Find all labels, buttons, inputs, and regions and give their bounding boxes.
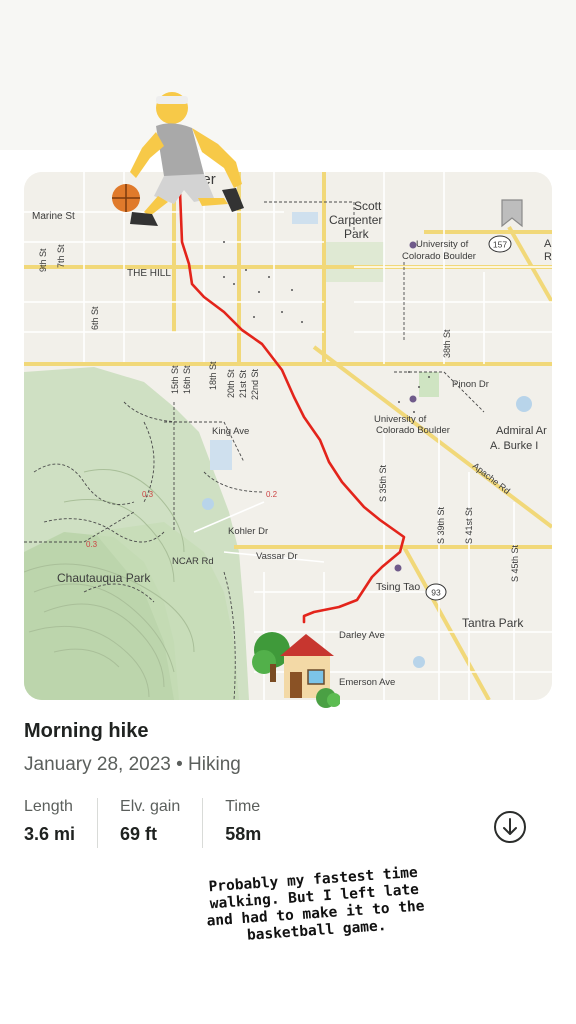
map-label-18th: 18th St bbox=[208, 361, 218, 390]
stat-elevation-label: Elv. gain bbox=[120, 798, 181, 815]
bookmark-icon[interactable] bbox=[500, 198, 524, 228]
map-label-edge-r: R bbox=[544, 251, 552, 263]
map-label-21st: 21st St bbox=[238, 369, 248, 398]
map-label-16th: 16th St bbox=[182, 365, 192, 394]
map-label-6th: 6th St bbox=[90, 306, 100, 330]
map-label-cu2-a: University of bbox=[374, 414, 427, 425]
map-label-s35th: S 35th St bbox=[378, 464, 388, 502]
map-label-cu2-b: Colorado Boulder bbox=[376, 425, 450, 436]
map-label-marine-st: Marine St bbox=[32, 211, 75, 222]
stat-time-label: Time bbox=[225, 798, 261, 815]
map-label-admiral-1: Admiral Ar bbox=[496, 425, 547, 437]
map-label-kohler: Kohler Dr bbox=[228, 526, 268, 537]
story-top-background bbox=[0, 0, 576, 150]
map-label-trail-dist-a: 0.3 bbox=[142, 490, 154, 499]
map-label-cu-a: University of bbox=[416, 239, 469, 250]
map-label-20th: 20th St bbox=[226, 369, 236, 398]
map-label-park: Park bbox=[344, 227, 370, 241]
map-label-15th: 15th St bbox=[170, 365, 180, 394]
map-label-s41st: S 41st St bbox=[464, 507, 474, 544]
map-label-tantra-park: Tantra Park bbox=[462, 616, 524, 630]
map-label-the-hill: THE HILL bbox=[127, 268, 171, 279]
map-label-trail-dist-c: 0.3 bbox=[86, 540, 98, 549]
map-label-tsing-tao: Tsing Tao bbox=[376, 581, 420, 593]
map-label-admiral-2: A. Burke I bbox=[490, 440, 538, 452]
map-label-ncar: NCAR Rd bbox=[172, 556, 214, 567]
svg-text:93: 93 bbox=[431, 588, 441, 598]
stat-length: Length 3.6 mi bbox=[24, 798, 99, 848]
map-label-carpenter: Carpenter bbox=[329, 213, 382, 227]
route-shield-157: 157 bbox=[488, 235, 512, 253]
activity-subtitle: January 28, 2023 • Hiking bbox=[24, 754, 241, 775]
route-shield-93: 93 bbox=[425, 583, 447, 601]
house-with-garden-emoji bbox=[252, 632, 340, 708]
download-icon[interactable] bbox=[493, 810, 527, 844]
stat-time-value: 58m bbox=[225, 824, 262, 844]
map-label-9th: 9th St bbox=[38, 248, 48, 272]
stat-length-label: Length bbox=[24, 798, 73, 815]
map-label-king-ave: King Ave bbox=[212, 426, 249, 437]
stat-length-value: 3.6 mi bbox=[24, 824, 76, 844]
stat-time: Time 58m bbox=[225, 798, 283, 848]
stat-elevation: Elv. gain 69 ft bbox=[120, 798, 204, 848]
map-label-emerson: Emerson Ave bbox=[339, 677, 395, 688]
map-label-chautauqua: Chautauqua Park bbox=[57, 571, 151, 585]
stat-elevation-value: 69 ft bbox=[120, 824, 158, 844]
map-label-cu-b: Colorado Boulder bbox=[402, 251, 476, 262]
map-label-s39th: S 39th St bbox=[436, 506, 446, 544]
map-label-scott: Scott bbox=[354, 199, 382, 213]
map-label-pinon: Pinon Dr bbox=[452, 379, 489, 390]
map-label-edge-a: A bbox=[544, 238, 552, 250]
activity-title: Morning hike bbox=[24, 720, 149, 742]
map-label-22nd: 22nd St bbox=[250, 368, 260, 400]
map-label-trail-dist-b: 0.2 bbox=[266, 490, 278, 499]
map-label-7th: 7th St bbox=[56, 244, 66, 268]
map-label-38th: 38th St bbox=[442, 329, 452, 358]
map-label-darley: Darley Ave bbox=[339, 630, 385, 641]
activity-stats: Length 3.6 mi Elv. gain 69 ft Time 58m bbox=[24, 798, 305, 848]
basketball-player-emoji bbox=[112, 92, 244, 226]
svg-text:157: 157 bbox=[493, 240, 507, 250]
map-label-vassar: Vassar Dr bbox=[256, 551, 298, 562]
map-label-s45th: S 45th St bbox=[510, 544, 520, 582]
